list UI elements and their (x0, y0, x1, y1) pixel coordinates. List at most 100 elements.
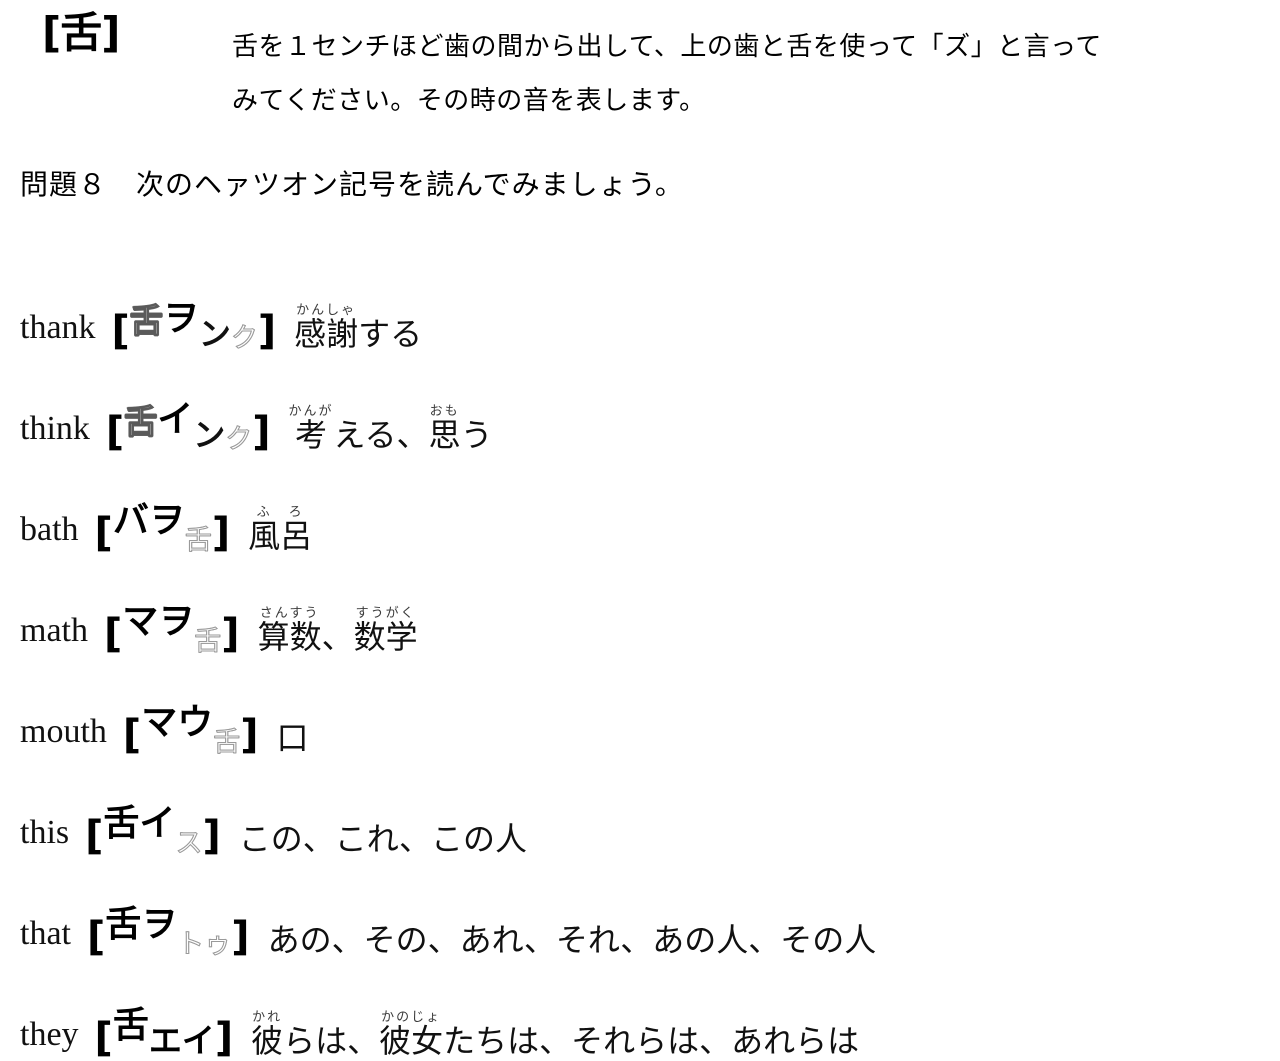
vocab-row: think [舌インク] 考かんが える、 思おもう (0, 349, 1280, 455)
furigana: さんすう (257, 606, 322, 621)
bracket-close: ] (202, 813, 221, 859)
bracket-open: [ (105, 409, 125, 455)
meaning-ruby: 風ふ (248, 505, 280, 552)
phonetic-transcription: [舌エイ] (94, 1008, 234, 1061)
meaning-text: この、これ、この (238, 820, 496, 858)
vocab-row: thank [舌ヲンク] 感謝かんしゃ する (0, 248, 1280, 354)
meaning-text: 、 (321, 618, 354, 656)
question-heading: 問題８ 次のヘァツオン記号を読んでみましょう。 (20, 168, 684, 201)
phonetic-kana-solid: イ (157, 399, 194, 440)
phonetic-kana-solid: イ (139, 803, 176, 844)
japanese-meaning: 算数さんすう、数学すうがく (258, 606, 418, 653)
meaning-ruby: 考かんが (289, 404, 334, 451)
phonetic-kana-hollow: 舌 (124, 402, 158, 441)
furigana: かのじょ (379, 1010, 444, 1025)
english-word: that (20, 915, 71, 952)
meaning-text: 口 (276, 719, 309, 757)
meaning-ruby: 数学すうがく (354, 606, 418, 653)
phonetic-kana-hollow: 舌 (129, 301, 163, 340)
phonetic-kana-half: ン (193, 416, 226, 454)
meaning-base-text: 呂 (280, 517, 313, 555)
note-line-2: みてください。その時の音を表します。 (232, 86, 706, 116)
note-line-1: 舌を１センチほど歯の間から出して、上の歯と舌を使って「ズ」と言って (232, 32, 1102, 62)
phonetic-kana-solid: バ (112, 500, 149, 541)
meaning-base-text: 考 (288, 416, 334, 454)
vocab-row: they [舌エイ] 彼かれ らは、 彼女かのじょ たちは、それらは、あれらは (0, 955, 1280, 1061)
japanese-meaning: あの、その、あれ、それ、あの人、その人 (268, 924, 877, 956)
furigana: かれ (251, 1010, 284, 1025)
english-word: they (20, 1016, 79, 1053)
phonetic-transcription: [マウ舌] (123, 705, 259, 757)
phonetic-kana-faint: ゥ (204, 929, 232, 960)
japanese-meaning: 口 (277, 722, 309, 754)
english-word: thank (20, 309, 96, 346)
meaning-text: える、 (333, 416, 429, 454)
bracket-close: ] (231, 914, 250, 960)
tongue-note-block: [舌] 舌を１センチほど歯の間から出して、上の歯と舌を使って「ズ」と言って みて… (0, 0, 1280, 140)
bracket-open: [ (85, 813, 104, 859)
japanese-meaning: この、これ、この人 (239, 823, 527, 855)
japanese-meaning: 風ふ 呂ろ (248, 505, 312, 552)
bracket-open: [ (94, 510, 113, 556)
phonetic-kana-half: ン (198, 315, 231, 353)
english-word: math (20, 612, 88, 649)
furigana: おも (428, 404, 461, 419)
phonetic-kana-base: イ (181, 1021, 215, 1060)
vocab-row: this [舌イス] この、これ、この人 (0, 753, 1280, 859)
english-word: think (20, 410, 90, 447)
phonetic-kana-solid: 舌 (103, 803, 140, 844)
meaning-text: する (358, 315, 423, 353)
phonetic-kana-base: エ (148, 1021, 182, 1060)
phonetic-kana-solid: マ (141, 702, 178, 743)
phonetic-kana-solid: 舌 (112, 1005, 149, 1046)
phonetic-kana-solid: ウ (177, 702, 214, 743)
meaning-text: たちは、それらは、あれらは (443, 1022, 860, 1060)
furigana: かんが (288, 404, 334, 419)
phonetic-transcription: [舌ヲトゥ] (87, 907, 250, 960)
phonetic-kana-solid: ヲ (148, 500, 185, 541)
furigana: かんしゃ (294, 303, 359, 318)
phonetic-kana-faint: ス (175, 828, 203, 859)
tongue-note-text: 舌を１センチほど歯の間から出して、上の歯と舌を使って「ズ」と言って みてください… (232, 20, 1254, 128)
bracket-close: ] (214, 1015, 234, 1061)
furigana: ふ (248, 505, 281, 520)
vocabulary-list: thank[舌ヲンク] 感謝かんしゃ する think[舌インク] 考かんが える、 思おも… (0, 248, 1280, 1061)
bracket-open: [ (94, 1015, 113, 1061)
meaning-ruby: 思おも (429, 404, 461, 451)
meaning-ruby: 算数さんすう (258, 606, 322, 653)
meaning-ruby: 彼女かのじょ (379, 1010, 443, 1057)
phonetic-transcription: [マヲ舌] (103, 604, 240, 657)
phonetic-kana-faint: ト (177, 929, 205, 960)
phonetic-kana-solid: 舌 (105, 904, 142, 945)
vocab-row: mouth [マウ舌] 口 (0, 652, 1280, 757)
phonetic-kana-faint: 舌 (194, 626, 222, 657)
vocab-row: that [舌ヲトゥ] あの、その、あれ、それ、あの人、その人 (0, 854, 1280, 960)
phonetic-kana-faint: ク (225, 424, 253, 455)
vocab-row: math [マヲ舌] 算数さんすう、数学すうがく (0, 551, 1280, 657)
phonetic-transcription: [舌インク] (105, 402, 271, 455)
japanese-meaning: 感謝かんしゃ する (294, 303, 422, 350)
japanese-meaning: 考かんが える、 思おもう (289, 404, 493, 451)
vocab-row: bath [バヲ舌] 風ふ 呂ろ (0, 450, 1280, 556)
meaning-text: う (460, 416, 493, 454)
phonetic-kana-solid: ヲ (141, 904, 178, 945)
phonetic-kana-solid: ヲ (158, 601, 195, 642)
meaning-ruby: 彼かれ (251, 1010, 283, 1057)
phonetic-transcription: [バヲ舌] (94, 503, 231, 556)
tongue-symbol-heading: [舌] (42, 8, 120, 57)
phonetic-transcription: [舌イス] (85, 806, 221, 859)
meaning-base-text: 数学 (353, 618, 418, 656)
bracket-open: [ (111, 308, 130, 354)
phonetic-kana-faint: ク (230, 323, 258, 354)
meaning-ruby: 呂ろ (280, 505, 312, 552)
furigana: ろ (280, 505, 313, 520)
meaning-base-text: 彼 (251, 1022, 284, 1060)
phonetic-kana-faint: 舌 (184, 525, 212, 556)
bracket-close: ] (252, 409, 271, 455)
phonetic-kana-solid: マ (122, 601, 159, 642)
japanese-meaning: 彼かれ らは、 彼女かのじょ たちは、それらは、あれらは (251, 1010, 859, 1057)
english-word: this (20, 814, 70, 851)
bracket-open: [ (103, 611, 123, 657)
english-word: bath (20, 511, 79, 548)
phonetic-kana-solid: ヲ (162, 298, 199, 339)
